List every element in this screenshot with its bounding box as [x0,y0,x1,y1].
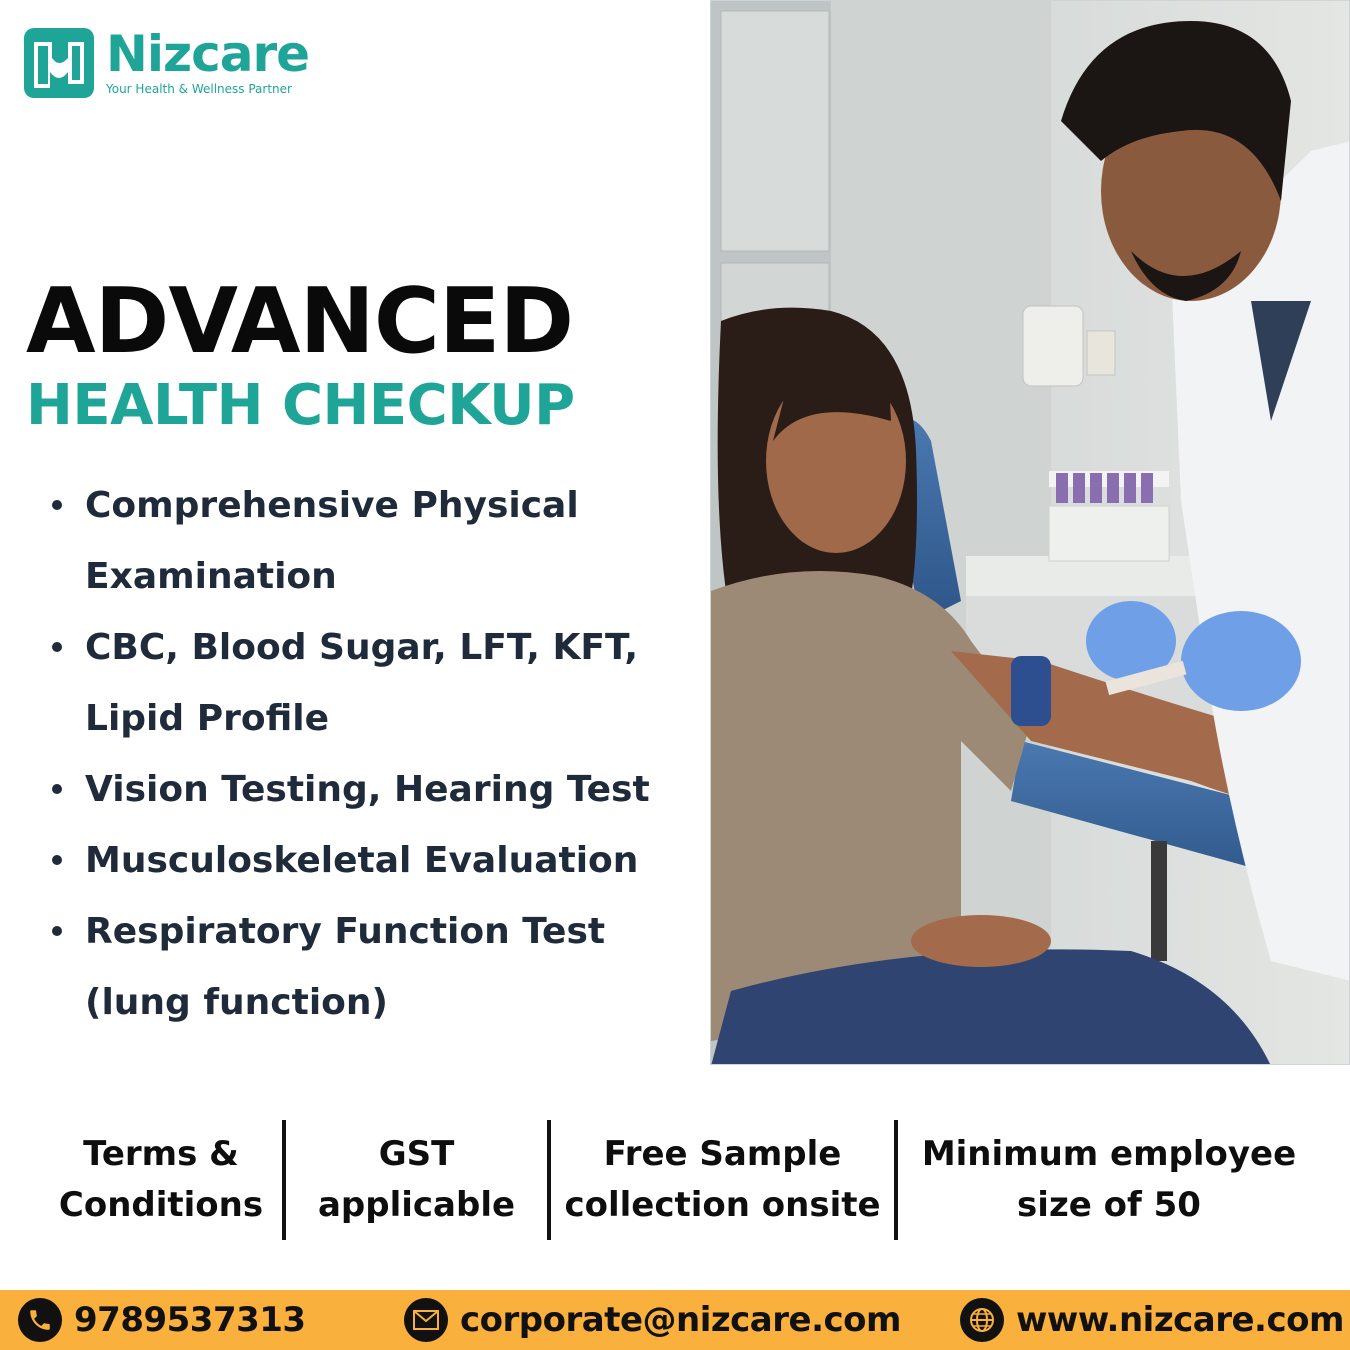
headline: ADVANCED HEALTH CHECKUP [26,272,575,438]
website-url[interactable]: www.nizcare.com [1016,1300,1344,1340]
feature-list: Comprehensive Physical Examination CBC, … [48,470,718,1038]
info-strip: Terms & Conditions GST applicable Free S… [40,1120,1320,1240]
contact-bar: 9789537313 corporate@nizcare.com www.niz… [0,1290,1350,1350]
globe-icon [960,1298,1004,1342]
feature-item: Comprehensive Physical Examination [48,470,718,612]
headline-line2: HEALTH CHECKUP [26,373,575,438]
info-sample-collection: Free Sample collection onsite [551,1120,898,1240]
hero-photo [710,0,1350,1065]
info-minimum-size: Minimum employee size of 50 [921,1134,1297,1225]
blood-test-illustration [711,1,1349,1064]
phone-icon [18,1298,62,1342]
brand-name: Nizcare [106,25,310,83]
info-gst: GST applicable [286,1120,551,1240]
brand-tagline: Your Health & Wellness Partner [106,82,292,96]
email-address[interactable]: corporate@nizcare.com [460,1300,901,1340]
feature-item: Musculoskeletal Evaluation [48,825,718,896]
feature-item: CBC, Blood Sugar, LFT, KFT, Lipid Profil… [48,612,718,754]
headline-line1: ADVANCED [26,269,574,374]
contact-email[interactable]: corporate@nizcare.com [404,1298,901,1342]
envelope-icon [404,1298,448,1342]
contact-website[interactable]: www.nizcare.com [960,1298,1344,1342]
feature-item: Vision Testing, Hearing Test [48,754,718,825]
feature-item: Respiratory Function Test (lung function… [48,896,718,1038]
info-terms: Terms & Conditions [40,1120,286,1240]
phone-number[interactable]: 9789537313 [74,1300,306,1340]
contact-phone[interactable]: 9789537313 [18,1298,306,1342]
brand-logo: Nizcare Your Health & Wellness Partner [24,25,310,98]
nizcare-logo-icon [24,28,94,98]
